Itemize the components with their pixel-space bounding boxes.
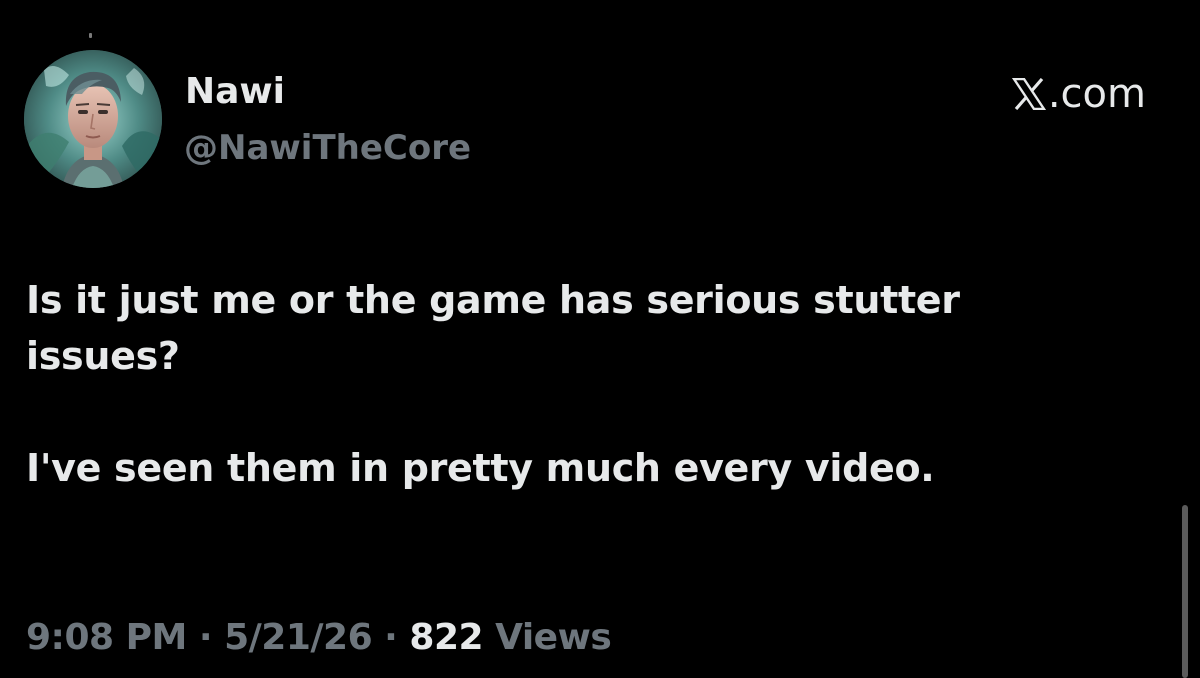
author-handle[interactable]: @NawiTheCore <box>184 126 471 170</box>
views-count[interactable]: 822 <box>409 617 483 658</box>
scrollbar-thumb[interactable] <box>1182 505 1188 678</box>
post-text-line: I've seen them in pretty much every vide… <box>26 446 935 490</box>
post-date[interactable]: 5/21/26 <box>224 617 373 658</box>
author-display-name[interactable]: Nawi <box>185 70 285 114</box>
post-time[interactable]: 9:08 PM <box>26 617 187 658</box>
post-text: Is it just me or the game has serious st… <box>26 272 1156 496</box>
post-card: Nawi @NawiTheCore .com Is it just me or … <box>0 0 1200 678</box>
brand-link[interactable]: .com <box>1011 70 1146 118</box>
meta-separator: · <box>384 617 398 658</box>
post-text-line: Is it just me or the game has serious st… <box>26 278 960 322</box>
brand-domain-text: .com <box>1047 71 1146 117</box>
avatar[interactable] <box>24 50 162 188</box>
top-dot-marker <box>89 33 92 38</box>
meta-separator: · <box>198 617 213 658</box>
views-label: Views <box>495 617 612 658</box>
post-meta: 9:08 PM · 5/21/26 · 822 Views <box>26 614 612 662</box>
post-text-line: issues? <box>26 334 180 378</box>
avatar-image <box>24 50 162 188</box>
x-logo-icon <box>1011 78 1046 110</box>
